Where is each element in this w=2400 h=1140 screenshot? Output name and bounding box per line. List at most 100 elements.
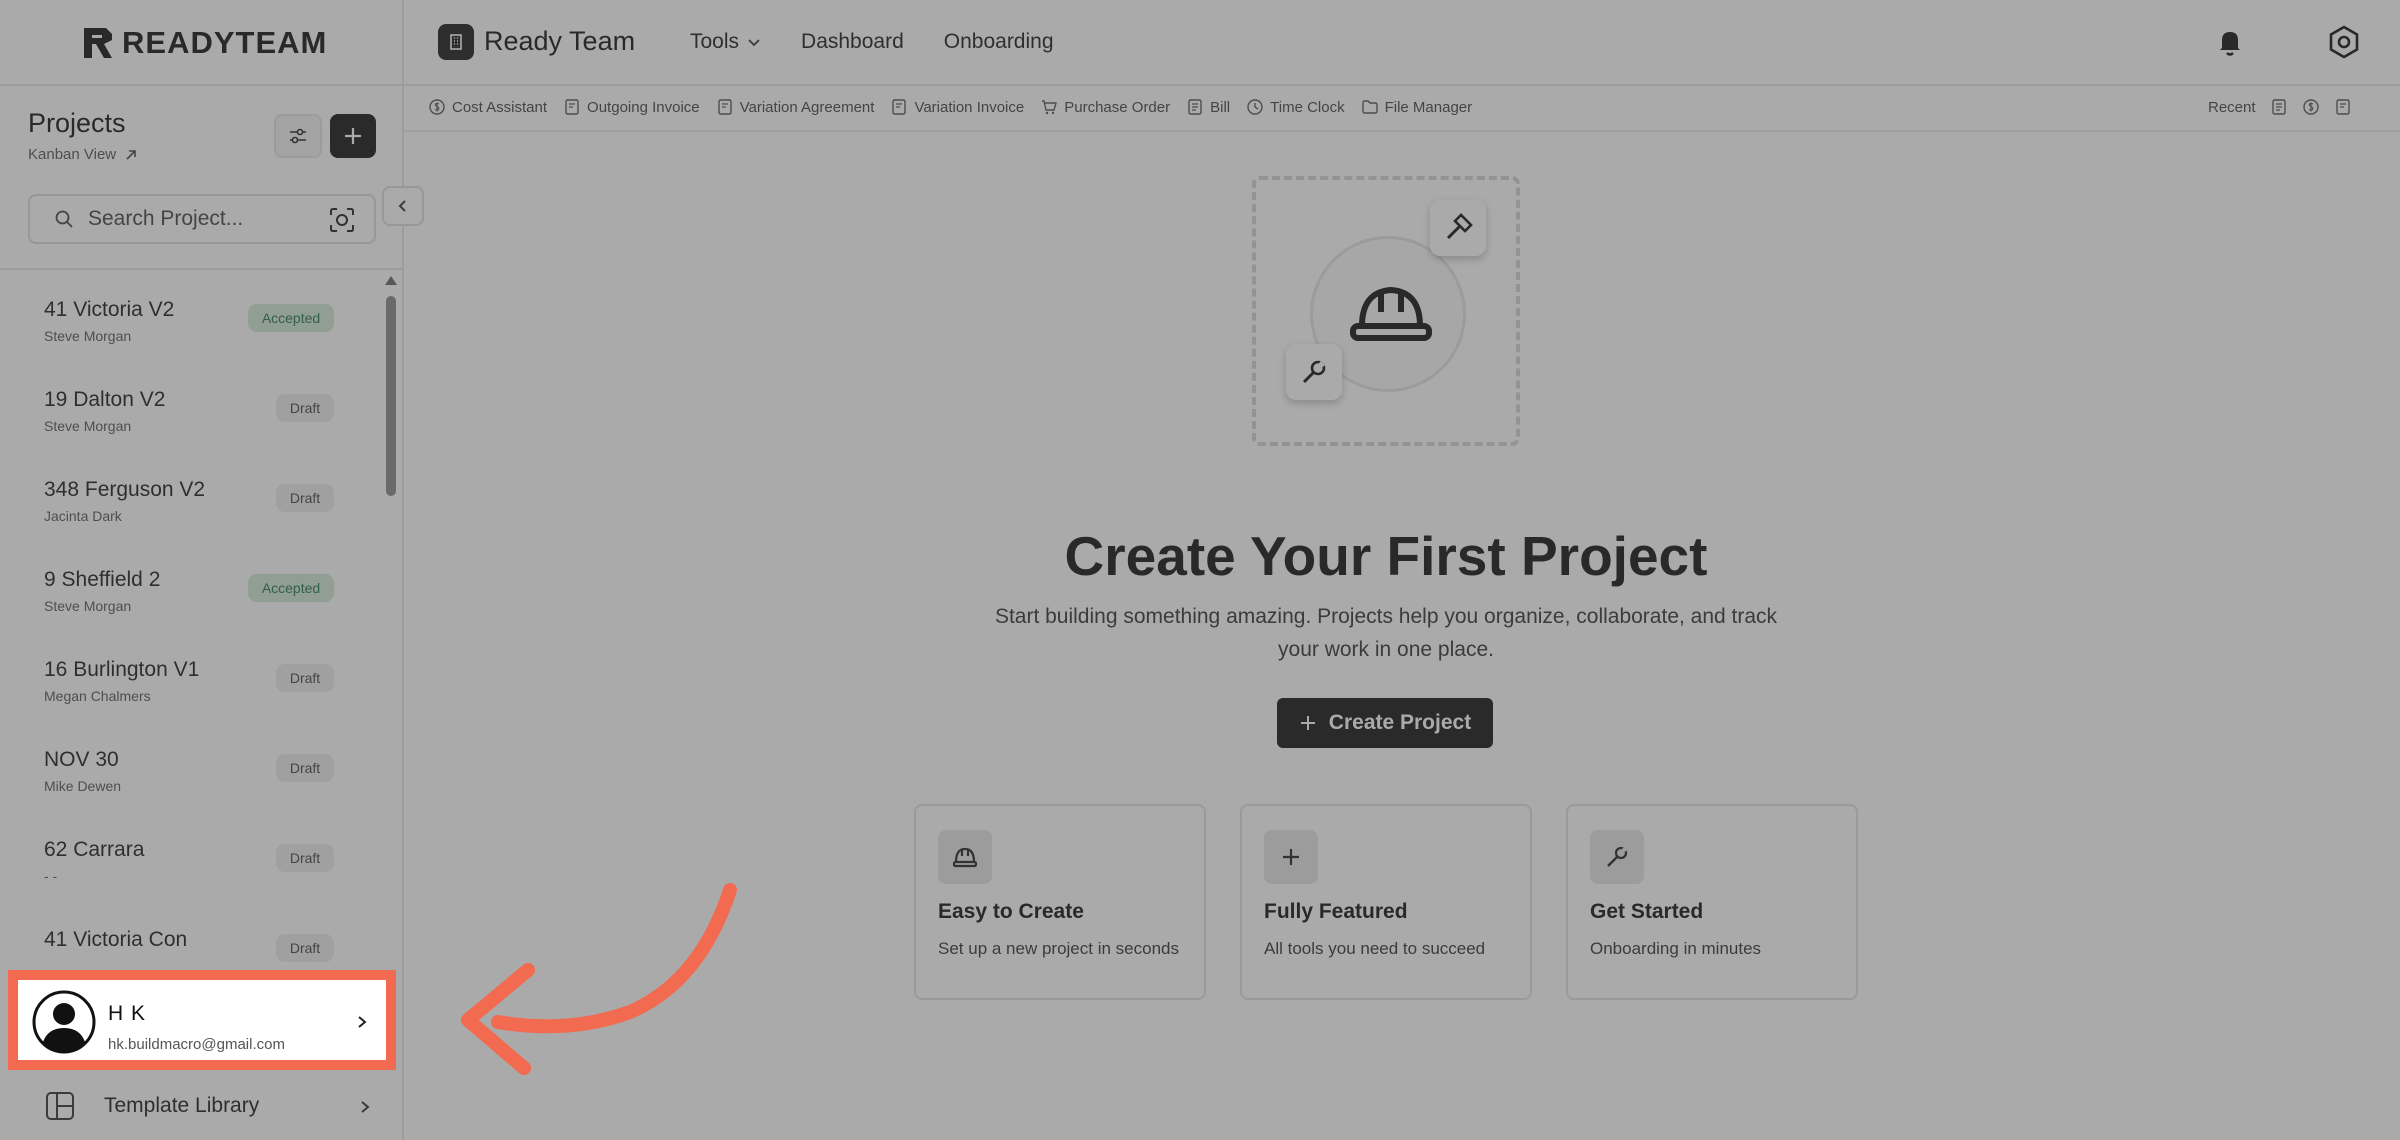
dollar-circle-icon xyxy=(429,99,445,115)
tool-label: Outgoing Invoice xyxy=(587,98,700,116)
bell-icon[interactable] xyxy=(2212,24,2248,60)
card-title: Easy to Create xyxy=(938,900,1084,923)
tool-variation-agreement[interactable]: Variation Agreement xyxy=(716,98,874,116)
sliders-icon xyxy=(290,128,306,144)
app-window: READYTEAM Projects Kanban View 41 Victor… xyxy=(0,0,2400,1140)
project-item[interactable]: 9 Sheffield 2 Steve Morgan Accepted xyxy=(0,540,380,630)
plus-icon xyxy=(345,128,361,144)
project-item[interactable]: 41 Victoria V2 Steve Morgan Accepted xyxy=(0,270,380,360)
project-owner: Steve Morgan xyxy=(44,328,132,344)
hammer-icon xyxy=(1446,213,1473,240)
project-item[interactable]: 41 Victoria Con Draft xyxy=(0,900,380,970)
scroll-thumb[interactable] xyxy=(386,296,396,496)
project-name: 41 Victoria V2 xyxy=(44,298,175,321)
project-name: 9 Sheffield 2 xyxy=(44,568,161,591)
kanban-view-link[interactable]: Kanban View xyxy=(28,146,138,163)
plus-icon xyxy=(1300,716,1315,730)
invoice-icon[interactable] xyxy=(2334,98,2352,116)
hammer-tile xyxy=(1430,200,1486,256)
project-item[interactable]: 348 Ferguson V2 Jacinta Dark Draft xyxy=(0,450,380,540)
status-badge: Draft xyxy=(276,934,334,962)
chevron-down-icon xyxy=(748,39,760,47)
feature-card-get-started: Get Started Onboarding in minutes xyxy=(1566,804,1858,1000)
project-name: 16 Burlington V1 xyxy=(44,658,200,681)
tool-label: File Manager xyxy=(1384,98,1473,116)
cart-icon xyxy=(1042,100,1058,115)
nav-tools[interactable]: Tools xyxy=(690,30,761,54)
project-list-scrollbar[interactable] xyxy=(384,272,398,972)
create-project-label: Create Project xyxy=(1328,711,1472,734)
empty-state-illustration xyxy=(1252,176,1520,446)
filter-button[interactable] xyxy=(274,114,322,158)
add-project-button[interactable] xyxy=(330,114,376,158)
status-badge: Draft xyxy=(276,844,334,872)
tool-bill[interactable]: Bill xyxy=(1186,98,1230,116)
project-item[interactable]: NOV 30 Mike Dewen Draft xyxy=(0,720,380,810)
chevron-left-icon xyxy=(398,200,406,212)
feature-card-featured: Fully Featured All tools you need to suc… xyxy=(1240,804,1532,1000)
tool-file-manager[interactable]: File Manager xyxy=(1361,98,1473,116)
wrench-icon xyxy=(1607,846,1628,867)
kanban-view-label: Kanban View xyxy=(28,146,117,163)
chevron-right-icon xyxy=(361,1101,370,1113)
wrench-tile xyxy=(1286,344,1342,400)
tool-time-clock[interactable]: Time Clock xyxy=(1246,98,1345,116)
collapse-sidebar-button[interactable] xyxy=(382,186,424,226)
project-item[interactable]: 19 Dalton V2 Steve Morgan Draft xyxy=(0,360,380,450)
tool-variation-invoice[interactable]: Variation Invoice xyxy=(890,98,1024,116)
card-description: All tools you need to succeed xyxy=(1264,939,1486,958)
project-owner: Mike Dewen xyxy=(44,778,122,794)
readyteam-logo[interactable]: READYTEAM xyxy=(82,24,327,62)
project-name: 41 Victoria Con xyxy=(44,928,188,951)
tool-cost-assistant[interactable]: Cost Assistant xyxy=(428,98,547,116)
logo-text: READYTEAM xyxy=(122,25,328,60)
invoice-icon xyxy=(892,99,907,115)
tool-outgoing-invoice[interactable]: Outgoing Invoice xyxy=(563,98,700,116)
plus-icon xyxy=(1283,849,1299,865)
search-input[interactable] xyxy=(88,207,318,231)
empty-state-title: Create Your First Project xyxy=(1064,525,1708,587)
dollar-circle-icon[interactable] xyxy=(2302,98,2320,116)
readyteam-logo-icon xyxy=(84,28,112,58)
invoice-icon xyxy=(717,99,732,115)
project-name: 348 Ferguson V2 xyxy=(44,478,206,501)
status-badge: Draft xyxy=(276,484,334,512)
card-icon xyxy=(1590,830,1644,884)
workspace-name[interactable]: Ready Team xyxy=(484,26,635,57)
settings-icon[interactable] xyxy=(2326,24,2362,60)
nav-dashboard[interactable]: Dashboard xyxy=(801,30,904,54)
search-icon xyxy=(55,210,73,228)
clock-icon xyxy=(1247,99,1263,115)
card-title: Fully Featured xyxy=(1264,900,1408,923)
tool-label: Bill xyxy=(1210,98,1231,116)
top-header: Ready Team Tools Dashboard Onboarding xyxy=(404,0,2400,86)
tool-label: Time Clock xyxy=(1270,98,1345,116)
nav-tools-label: Tools xyxy=(690,30,740,53)
project-owner: Steve Morgan xyxy=(44,598,132,614)
tools-toolbar: Cost Assistant Outgoing Invoice Variatio… xyxy=(404,88,2400,132)
template-library-link[interactable]: Template Library xyxy=(0,1080,404,1140)
tool-purchase-order[interactable]: Purchase Order xyxy=(1040,98,1170,116)
tool-label: Cost Assistant xyxy=(452,98,548,116)
scroll-up-arrow-icon[interactable] xyxy=(385,276,397,285)
feature-card-easy: Easy to Create Set up a new project in s… xyxy=(914,804,1206,1000)
card-description: Set up a new project in seconds xyxy=(938,939,1179,958)
tool-label: Purchase Order xyxy=(1064,98,1171,116)
recent-tools: Recent xyxy=(2208,98,2352,116)
layout-icon xyxy=(46,1092,74,1120)
main-nav: Tools Dashboard Onboarding xyxy=(690,30,1054,54)
document-icon[interactable] xyxy=(2270,98,2288,116)
chevron-right-icon xyxy=(358,1016,367,1028)
project-item[interactable]: 16 Burlington V1 Megan Chalmers Draft xyxy=(0,630,380,720)
scan-icon[interactable] xyxy=(328,206,356,234)
empty-state-subtitle: Start building something amazing. Projec… xyxy=(994,605,1778,661)
template-library-label: Template Library xyxy=(104,1094,260,1117)
project-name: NOV 30 xyxy=(44,748,119,771)
nav-onboarding[interactable]: Onboarding xyxy=(944,30,1054,54)
user-name: H K xyxy=(108,1002,147,1025)
building-icon xyxy=(438,24,474,60)
project-item[interactable]: 62 Carrara - - Draft xyxy=(0,810,380,900)
create-project-button[interactable]: Create Project xyxy=(1277,698,1493,748)
user-profile-card[interactable]: H K hk.buildmacro@gmail.com xyxy=(8,970,396,1070)
hard-hat-icon xyxy=(1350,286,1432,341)
